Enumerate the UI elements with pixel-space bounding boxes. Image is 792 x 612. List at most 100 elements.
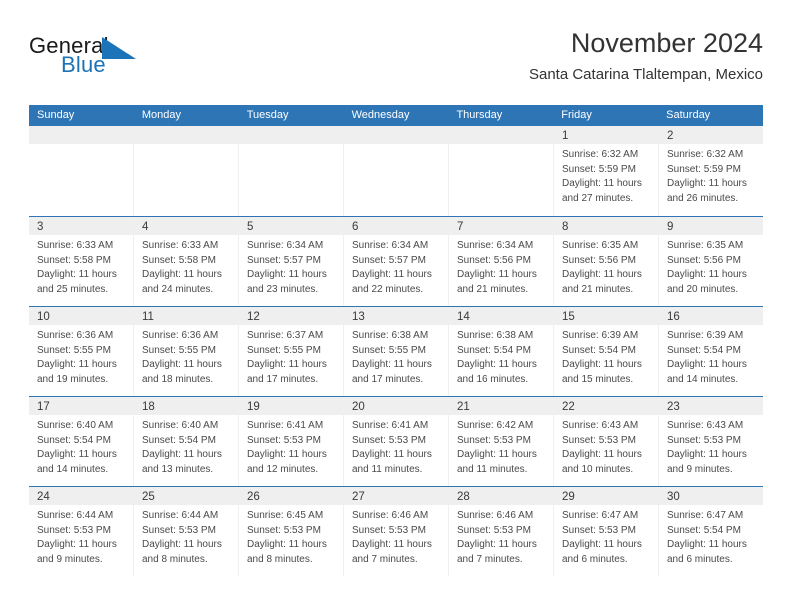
day-detail-line: Sunrise: 6:35 AM xyxy=(562,240,639,251)
day-number: 7 xyxy=(457,221,464,233)
day-detail-line: Daylight: 11 hours xyxy=(142,269,222,281)
calendar-day-cell[interactable]: 11 Sunrise: 6:36 AM Sunset: 5:55 PM Dayligh… xyxy=(134,307,239,396)
day-number: 19 xyxy=(247,401,260,413)
day-number-band: 27 xyxy=(344,487,448,505)
day-detail-line: and 11 minutes. xyxy=(457,463,528,475)
day-details: Sunrise: 6:38 AM Sunset: 5:54 PM Daylight:… xyxy=(449,325,553,387)
day-detail-line: Daylight: 11 hours xyxy=(352,449,432,461)
calendar-day-cell[interactable]: 24 Sunrise: 6:44 AM Sunset: 5:53 PM Dayligh… xyxy=(29,487,134,576)
calendar-day-cell[interactable]: 21 Sunrise: 6:42 AM Sunset: 5:53 PM Dayligh… xyxy=(449,397,554,486)
calendar-day-cell[interactable]: 17 Sunrise: 6:40 AM Sunset: 5:54 PM Dayligh… xyxy=(29,397,134,486)
logo-text-blue: Blue xyxy=(61,52,106,77)
calendar-day-cell[interactable]: 4 Sunrise: 6:33 AM Sunset: 5:58 PM Daylight… xyxy=(134,217,239,306)
day-detail-line: and 7 minutes. xyxy=(352,553,418,565)
calendar-day-cell[interactable]: 1 Sunrise: 6:32 AM Sunset: 5:59 PM Daylight… xyxy=(554,126,659,216)
general-blue-logo[interactable]: General Blue xyxy=(29,34,259,90)
day-detail-line: and 10 minutes. xyxy=(562,463,634,475)
day-detail-line: and 14 minutes. xyxy=(667,373,739,385)
weekday-header-row: Sunday Monday Tuesday Wednesday Thursday… xyxy=(29,105,763,126)
day-number-band: 7 xyxy=(449,217,553,235)
day-details: Sunrise: 6:34 AM Sunset: 5:57 PM Daylight:… xyxy=(344,235,448,297)
calendar-day-cell[interactable]: 20 Sunrise: 6:41 AM Sunset: 5:53 PM Dayligh… xyxy=(344,397,449,486)
day-details: Sunrise: 6:32 AM Sunset: 5:59 PM Daylight:… xyxy=(554,144,658,206)
calendar-weeks: 1 Sunrise: 6:32 AM Sunset: 5:59 PM Daylight… xyxy=(29,126,763,576)
day-detail-line: Sunset: 5:53 PM xyxy=(562,524,636,536)
day-detail-line: Daylight: 11 hours xyxy=(562,359,642,371)
day-number: 10 xyxy=(37,311,50,323)
calendar-day-cell[interactable]: 16 Sunrise: 6:39 AM Sunset: 5:54 PM Dayligh… xyxy=(659,307,763,396)
day-detail-line: and 9 minutes. xyxy=(37,553,103,565)
day-number-band: 11 xyxy=(134,307,238,325)
day-detail-line: Sunrise: 6:34 AM xyxy=(352,240,429,251)
day-details: Sunrise: 6:46 AM Sunset: 5:53 PM Daylight:… xyxy=(449,505,553,567)
day-detail-line: and 26 minutes. xyxy=(667,192,739,204)
day-detail-line: and 9 minutes. xyxy=(667,463,733,475)
calendar-day-cell[interactable]: 6 Sunrise: 6:34 AM Sunset: 5:57 PM Daylight… xyxy=(344,217,449,306)
day-number: 15 xyxy=(562,311,575,323)
calendar-day-cell[interactable]: 23 Sunrise: 6:43 AM Sunset: 5:53 PM Dayligh… xyxy=(659,397,763,486)
day-detail-line: Daylight: 11 hours xyxy=(352,269,432,281)
day-number-band: 12 xyxy=(239,307,343,325)
calendar-day-cell[interactable]: 26 Sunrise: 6:45 AM Sunset: 5:53 PM Dayligh… xyxy=(239,487,344,576)
day-detail-line: Sunrise: 6:42 AM xyxy=(457,420,534,431)
day-detail-line: and 15 minutes. xyxy=(562,373,634,385)
calendar-day-cell[interactable]: 30 Sunrise: 6:47 AM Sunset: 5:54 PM Dayligh… xyxy=(659,487,763,576)
calendar-day-cell[interactable]: 5 Sunrise: 6:34 AM Sunset: 5:57 PM Daylight… xyxy=(239,217,344,306)
day-detail-line: and 17 minutes. xyxy=(247,373,319,385)
calendar-day-cell[interactable]: 18 Sunrise: 6:40 AM Sunset: 5:54 PM Dayligh… xyxy=(134,397,239,486)
day-number-band: 4 xyxy=(134,217,238,235)
day-number: 21 xyxy=(457,401,470,413)
day-details: Sunrise: 6:39 AM Sunset: 5:54 PM Daylight:… xyxy=(554,325,658,387)
calendar-day-cell[interactable]: 3 Sunrise: 6:33 AM Sunset: 5:58 PM Daylight… xyxy=(29,217,134,306)
calendar-day-cell[interactable]: 7 Sunrise: 6:34 AM Sunset: 5:56 PM Daylight… xyxy=(449,217,554,306)
weekday-header-wednesday: Wednesday xyxy=(351,109,410,121)
day-detail-line: and 6 minutes. xyxy=(667,553,733,565)
day-detail-line: Sunrise: 6:40 AM xyxy=(142,420,219,431)
day-detail-line: Daylight: 11 hours xyxy=(457,449,537,461)
calendar-day-cell[interactable]: 15 Sunrise: 6:39 AM Sunset: 5:54 PM Dayligh… xyxy=(554,307,659,396)
day-detail-line: Sunrise: 6:37 AM xyxy=(247,330,324,341)
day-number: 6 xyxy=(352,221,359,233)
calendar-day-cell-empty xyxy=(344,126,449,216)
calendar-day-cell[interactable]: 12 Sunrise: 6:37 AM Sunset: 5:55 PM Dayligh… xyxy=(239,307,344,396)
day-number: 5 xyxy=(247,221,254,233)
day-number: 23 xyxy=(667,401,680,413)
day-detail-line: Sunrise: 6:38 AM xyxy=(352,330,429,341)
day-detail-line: Daylight: 11 hours xyxy=(352,359,432,371)
day-detail-line: Sunrise: 6:44 AM xyxy=(37,510,114,521)
day-detail-line: Daylight: 11 hours xyxy=(352,539,432,551)
calendar-day-cell[interactable]: 25 Sunrise: 6:44 AM Sunset: 5:53 PM Dayligh… xyxy=(134,487,239,576)
weekday-header-friday: Friday xyxy=(561,109,592,121)
day-number: 28 xyxy=(457,491,470,503)
day-detail-line: Sunrise: 6:47 AM xyxy=(667,510,744,521)
calendar-day-cell[interactable]: 2 Sunrise: 6:32 AM Sunset: 5:59 PM Daylight… xyxy=(659,126,763,216)
day-number: 12 xyxy=(247,311,260,323)
day-number: 29 xyxy=(562,491,575,503)
calendar-day-cell[interactable]: 19 Sunrise: 6:41 AM Sunset: 5:53 PM Dayligh… xyxy=(239,397,344,486)
day-detail-line: Sunrise: 6:39 AM xyxy=(667,330,744,341)
calendar-day-cell-empty xyxy=(134,126,239,216)
calendar-day-cell[interactable]: 9 Sunrise: 6:35 AM Sunset: 5:56 PM Daylight… xyxy=(659,217,763,306)
day-detail-line: Sunset: 5:54 PM xyxy=(142,434,216,446)
calendar-day-cell[interactable]: 14 Sunrise: 6:38 AM Sunset: 5:54 PM Dayligh… xyxy=(449,307,554,396)
day-detail-line: Daylight: 11 hours xyxy=(37,359,117,371)
calendar-day-cell[interactable]: 13 Sunrise: 6:38 AM Sunset: 5:55 PM Dayligh… xyxy=(344,307,449,396)
day-detail-line: Sunset: 5:53 PM xyxy=(247,434,321,446)
day-detail-line: Sunset: 5:57 PM xyxy=(247,254,321,266)
day-details: Sunrise: 6:36 AM Sunset: 5:55 PM Daylight:… xyxy=(134,325,238,387)
calendar-day-cell[interactable]: 28 Sunrise: 6:46 AM Sunset: 5:53 PM Dayligh… xyxy=(449,487,554,576)
calendar-day-cell[interactable]: 22 Sunrise: 6:43 AM Sunset: 5:53 PM Dayligh… xyxy=(554,397,659,486)
day-number: 26 xyxy=(247,491,260,503)
calendar-day-cell[interactable]: 29 Sunrise: 6:47 AM Sunset: 5:53 PM Dayligh… xyxy=(554,487,659,576)
calendar-day-cell[interactable]: 10 Sunrise: 6:36 AM Sunset: 5:55 PM Dayligh… xyxy=(29,307,134,396)
day-detail-line: Sunset: 5:53 PM xyxy=(37,524,111,536)
calendar-day-cell[interactable]: 27 Sunrise: 6:46 AM Sunset: 5:53 PM Dayligh… xyxy=(344,487,449,576)
day-detail-line: and 17 minutes. xyxy=(352,373,424,385)
day-number-band: 21 xyxy=(449,397,553,415)
calendar-week-row: 10 Sunrise: 6:36 AM Sunset: 5:55 PM Dayligh… xyxy=(29,306,763,396)
day-detail-line: and 14 minutes. xyxy=(37,463,109,475)
calendar-day-cell[interactable]: 8 Sunrise: 6:35 AM Sunset: 5:56 PM Daylight… xyxy=(554,217,659,306)
day-details: Sunrise: 6:44 AM Sunset: 5:53 PM Daylight:… xyxy=(29,505,133,567)
day-detail-line: and 21 minutes. xyxy=(562,283,634,295)
day-detail-line: Sunset: 5:54 PM xyxy=(562,344,636,356)
